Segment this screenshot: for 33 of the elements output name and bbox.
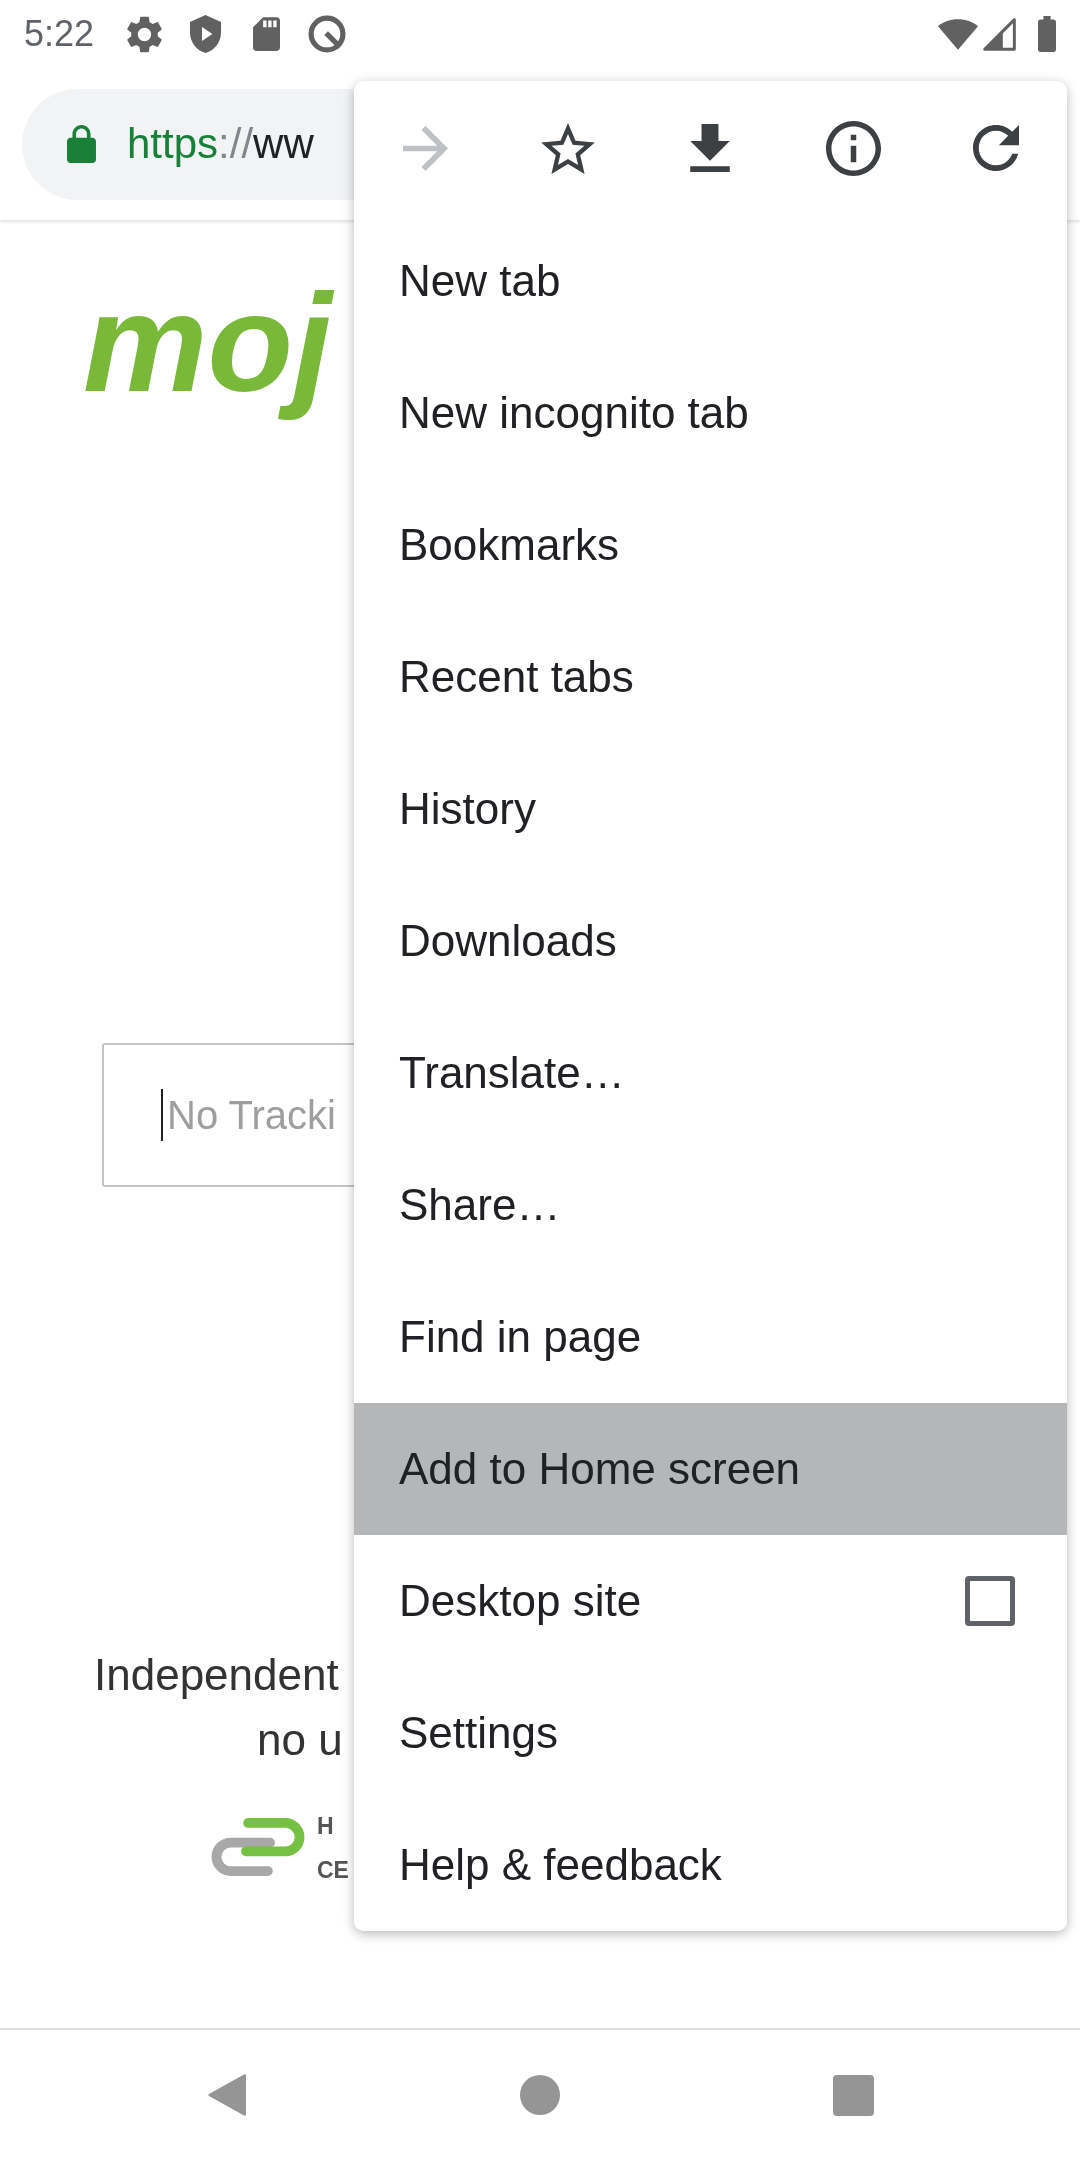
menu-item[interactable]: Share… — [354, 1139, 1067, 1271]
logo-text: CE — [317, 1856, 349, 1885]
menu-item[interactable]: Find in page — [354, 1271, 1067, 1403]
status-time: 5:22 — [24, 16, 95, 52]
wifi-icon — [938, 18, 978, 50]
menu-item[interactable]: Desktop site — [354, 1535, 1067, 1667]
sd-card-icon — [253, 17, 281, 51]
menu-item[interactable]: Bookmarks — [354, 479, 1067, 611]
menu-item[interactable]: New tab — [354, 215, 1067, 347]
chain-link-icon — [211, 1817, 305, 1877]
tagline-text: Independent — [94, 1649, 339, 1701]
q-ring-icon — [308, 15, 347, 53]
home-icon[interactable] — [520, 2075, 560, 2115]
lock-icon — [67, 125, 96, 163]
tagline-text: no u — [257, 1714, 343, 1766]
shield-icon — [189, 15, 223, 53]
checkbox[interactable] — [965, 1576, 1015, 1626]
signal-icon — [983, 17, 1016, 51]
menu-item[interactable]: Settings — [354, 1667, 1067, 1799]
battery-icon — [1036, 16, 1058, 52]
back-icon[interactable] — [208, 2073, 246, 2117]
url-text: https://ww — [127, 123, 314, 165]
recents-icon[interactable] — [832, 2074, 874, 2116]
gear-icon — [127, 15, 163, 53]
address-bar[interactable]: https://ww — [22, 88, 356, 200]
menu-item[interactable]: Recent tabs — [354, 611, 1067, 743]
menu-item[interactable]: Downloads — [354, 875, 1067, 1007]
menu-item[interactable]: Add to Home screen — [354, 1403, 1067, 1535]
logo-text: H — [317, 1812, 334, 1841]
menu-item[interactable]: Translate… — [354, 1007, 1067, 1139]
menu-item[interactable]: New incognito tab — [354, 347, 1067, 479]
menu-item[interactable]: Help & feedback — [354, 1799, 1067, 1931]
menu-item[interactable]: History — [354, 743, 1067, 875]
